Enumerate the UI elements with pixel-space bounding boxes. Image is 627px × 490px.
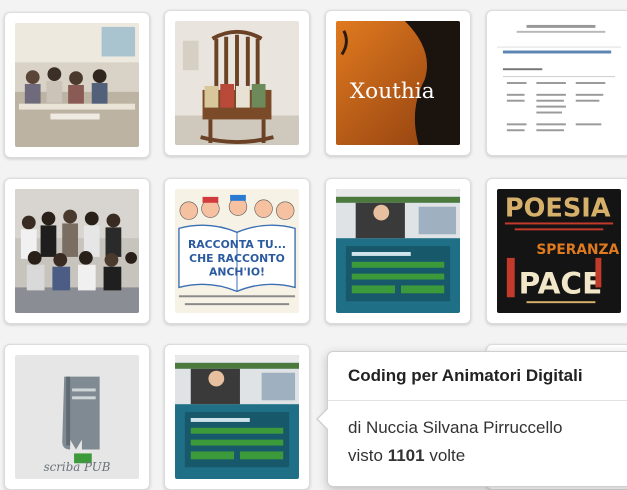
book-tile-racconta[interactable]: RACCONTA TU... CHE RACCONTO ANCH'IO! — [164, 178, 310, 324]
svg-text:PACE: PACE — [519, 266, 603, 300]
classroom-photo-thumbnail — [15, 23, 139, 147]
document-screenshot-thumbnail — [497, 21, 621, 145]
views-suffix: volte — [429, 446, 466, 465]
xouthia-title-text: Xouthia — [350, 79, 435, 104]
book-tile-books-chair[interactable] — [164, 10, 310, 156]
views-count: 1101 — [387, 446, 425, 465]
book-tile-document[interactable] — [486, 10, 627, 156]
svg-text:POESIA: POESIA — [505, 194, 611, 224]
book-tile-coding-2[interactable] — [164, 344, 310, 490]
scriba-pub-cover-thumbnail: scriba PUB — [15, 355, 139, 479]
coding-course-screenshot-2-thumbnail — [175, 355, 299, 479]
book-tile-coding[interactable] — [325, 178, 471, 324]
scriba-pub-logo-text: scriba PUB — [44, 460, 111, 474]
book-tile-xouthia[interactable]: Xouthia — [325, 10, 471, 156]
racconta-title-text: RACCONTA TU... CHE RACCONTO ANCH'IO! — [187, 238, 287, 279]
popover-title[interactable]: Coding per Animatori Digitali — [348, 366, 583, 386]
xouthia-cover-thumbnail: Xouthia — [336, 21, 460, 145]
poesia-speranza-pace-thumbnail: POESIA SPERANZA PACE — [497, 189, 621, 313]
book-tile-students[interactable] — [4, 178, 150, 324]
popover-author: di Nuccia Silvana Pirruccello — [348, 418, 563, 437]
svg-text:SPERANZA: SPERANZA — [536, 242, 619, 258]
coding-course-screenshot-thumbnail — [336, 189, 460, 313]
book-info-popover: Coding per Animatori Digitali di Nuccia … — [316, 351, 627, 487]
book-tile-poesia[interactable]: POESIA SPERANZA PACE — [486, 178, 627, 324]
popover-views: visto 1101 volte — [348, 446, 465, 466]
students-group-photo-thumbnail — [15, 189, 139, 313]
racconta-drawing-thumbnail: RACCONTA TU... CHE RACCONTO ANCH'IO! — [175, 189, 299, 313]
book-tile-scriba[interactable]: scriba PUB — [4, 344, 150, 490]
book-tile-classroom[interactable] — [4, 12, 150, 158]
views-prefix: visto — [348, 446, 383, 465]
popover-divider — [328, 400, 627, 401]
books-chair-photo-thumbnail — [175, 21, 299, 145]
